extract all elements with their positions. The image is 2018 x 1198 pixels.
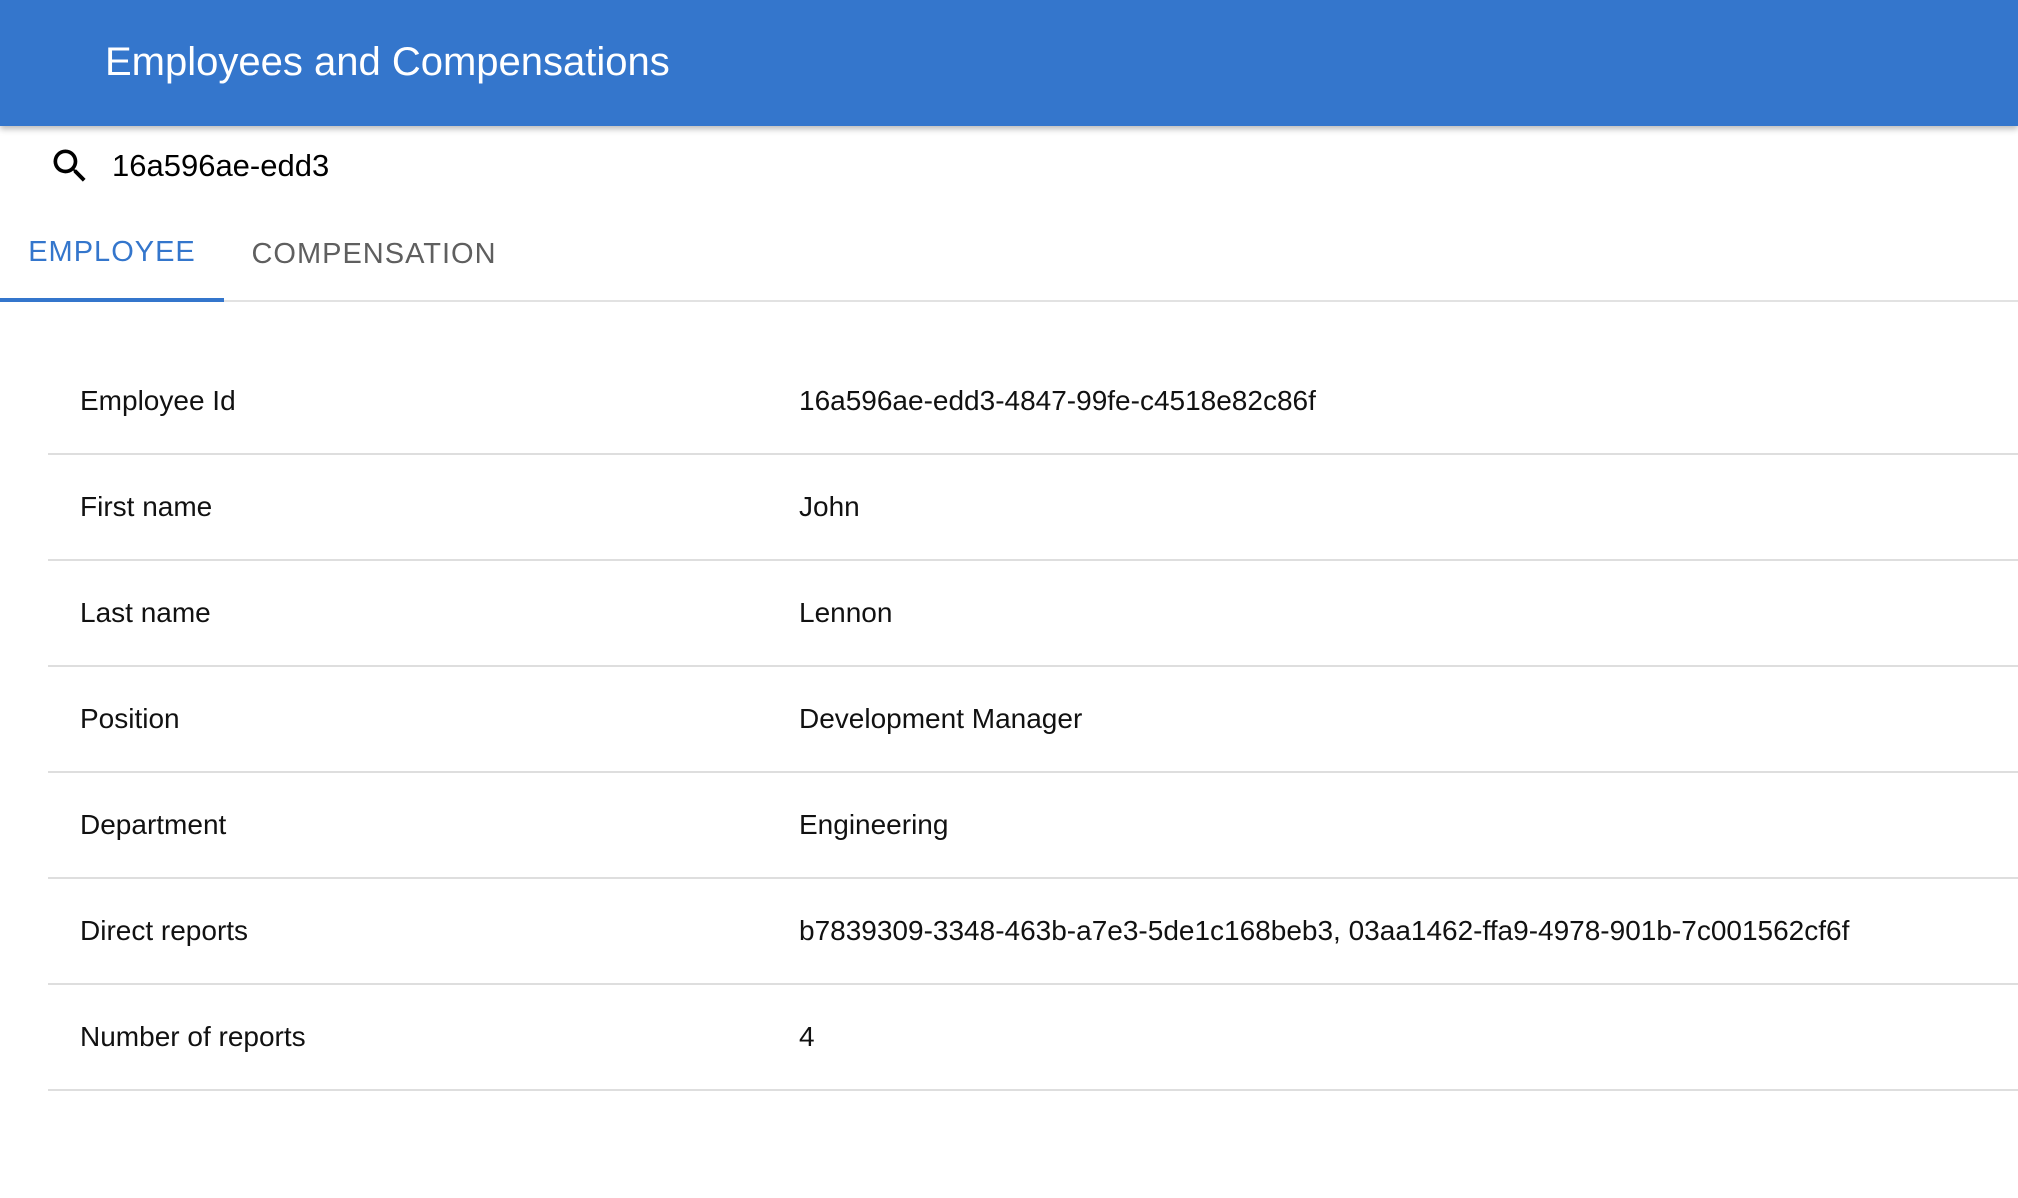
employee-detail-table: Employee Id 16a596ae-edd3-4847-99fe-c451… bbox=[48, 349, 2018, 1091]
table-row-direct-reports: Direct reports b7839309-3348-463b-a7e3-5… bbox=[48, 879, 2018, 985]
row-value: Engineering bbox=[799, 809, 949, 840]
row-value: Development Manager bbox=[799, 703, 1083, 734]
row-label: Number of reports bbox=[80, 1021, 306, 1052]
row-label: Employee Id bbox=[80, 385, 236, 416]
table-row-last-name: Last name Lennon bbox=[48, 561, 2018, 667]
table-row-department: Department Engineering bbox=[48, 773, 2018, 879]
row-label: First name bbox=[80, 491, 213, 522]
row-value: Lennon bbox=[799, 597, 893, 628]
tab-employee[interactable]: EMPLOYEE bbox=[0, 206, 224, 302]
row-value: John bbox=[799, 491, 860, 522]
search-input[interactable] bbox=[112, 142, 328, 190]
row-value: 16a596ae-edd3-4847-99fe-c4518e82c86f bbox=[799, 385, 1316, 416]
row-label: Last name bbox=[80, 597, 211, 628]
tab-compensation[interactable]: COMPENSATION bbox=[224, 206, 524, 302]
table-row-position: Position Development Manager bbox=[48, 667, 2018, 773]
table-row-first-name: First name John bbox=[48, 455, 2018, 561]
search-icon[interactable] bbox=[48, 144, 92, 188]
app-bar: Employees and Compensations bbox=[0, 0, 2018, 126]
app-title: Employees and Compensations bbox=[105, 40, 670, 84]
row-label: Direct reports bbox=[80, 915, 249, 946]
tab-bar: EMPLOYEE COMPENSATION bbox=[0, 206, 2018, 302]
table-row-employee-id: Employee Id 16a596ae-edd3-4847-99fe-c451… bbox=[48, 349, 2018, 455]
search-bar bbox=[0, 126, 2018, 206]
row-label: Department bbox=[80, 809, 227, 840]
row-value: b7839309-3348-463b-a7e3-5de1c168beb3, 03… bbox=[799, 915, 1850, 946]
row-label: Position bbox=[80, 703, 180, 734]
table-row-number-of-reports: Number of reports 4 bbox=[48, 985, 2018, 1091]
row-value: 4 bbox=[799, 1021, 815, 1052]
